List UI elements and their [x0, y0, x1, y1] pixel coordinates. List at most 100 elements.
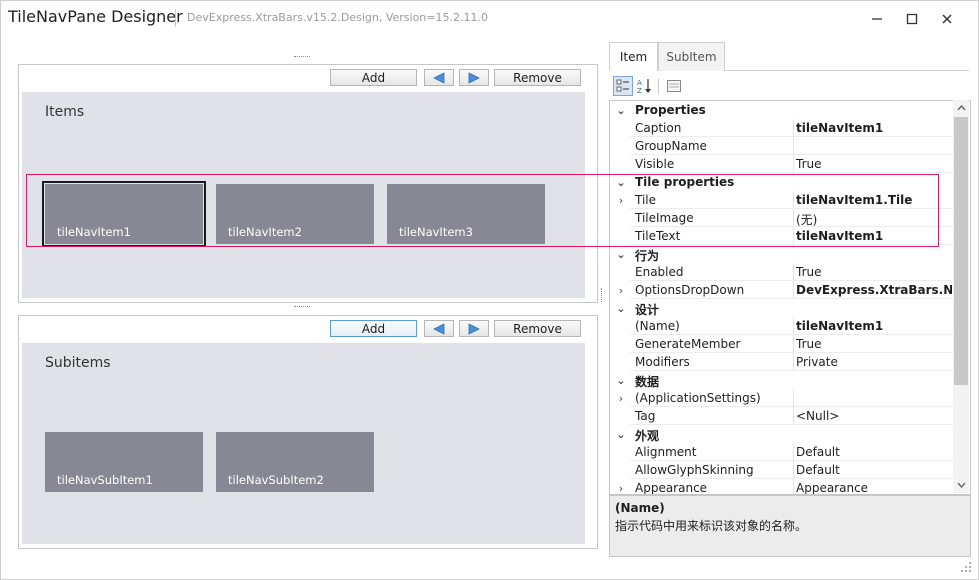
property-row[interactable]: AllowGlyphSkinning Default — [610, 461, 954, 479]
svg-text:A: A — [637, 79, 642, 87]
chevron-down-icon[interactable]: ⌄ — [612, 245, 630, 263]
chevron-down-icon[interactable]: ⌄ — [612, 299, 630, 317]
property-value[interactable]: Appearance — [796, 481, 952, 494]
items-move-right-button[interactable] — [459, 69, 489, 86]
property-value[interactable]: Default — [796, 445, 952, 459]
maximize-button[interactable] — [896, 6, 928, 32]
property-row[interactable]: Enabled True — [610, 263, 954, 281]
property-row[interactable]: › Appearance Appearance — [610, 479, 954, 495]
property-category[interactable]: ⌄ 数据 — [610, 371, 954, 390]
column-separator — [793, 335, 794, 353]
chevron-down-icon — [957, 482, 965, 488]
close-button[interactable] — [931, 6, 963, 32]
scroll-up-button[interactable] — [953, 100, 969, 116]
column-separator — [793, 263, 794, 281]
column-separator — [793, 461, 794, 479]
alphabetical-button[interactable]: A Z — [635, 76, 655, 96]
property-name: OptionsDropDown — [635, 283, 745, 297]
sort-az-icon: A Z — [637, 79, 651, 94]
items-move-left-button[interactable] — [424, 69, 454, 86]
chevron-down-icon[interactable]: ⌄ — [612, 101, 630, 119]
property-name: Visible — [635, 157, 675, 171]
property-name: Alignment — [635, 445, 697, 459]
column-separator — [793, 281, 794, 299]
chevron-right-icon — [612, 443, 630, 461]
property-grid-scrollbar[interactable] — [953, 100, 969, 493]
triangle-left-icon — [433, 71, 445, 84]
column-separator — [793, 407, 794, 425]
minimize-button[interactable] — [861, 6, 893, 32]
property-row[interactable]: (Name) tileNavItem1 — [610, 317, 954, 335]
chevron-right-icon[interactable]: › — [612, 479, 630, 495]
triangle-right-icon — [468, 322, 480, 335]
chevron-down-icon[interactable]: ⌄ — [612, 425, 630, 443]
property-category[interactable]: ⌄ 行为 — [610, 245, 954, 264]
items-remove-button[interactable]: Remove — [494, 69, 581, 86]
subitems-move-right-button[interactable] — [459, 320, 489, 337]
tab-item[interactable]: Item — [609, 42, 658, 71]
categorized-icon — [616, 79, 629, 92]
property-value[interactable]: True — [796, 157, 952, 171]
property-row[interactable]: Alignment Default — [610, 443, 954, 461]
chevron-right-icon — [612, 155, 630, 173]
property-category[interactable]: ⌄ 设计 — [610, 299, 954, 318]
chevron-right-icon[interactable]: › — [612, 281, 630, 299]
property-name: GroupName — [635, 139, 707, 153]
category-label: 外观 — [635, 429, 660, 443]
property-value[interactable]: tileNavItem1 — [796, 121, 952, 135]
property-name: Modifiers — [635, 355, 690, 369]
column-separator — [793, 353, 794, 371]
property-row[interactable]: Visible True — [610, 155, 954, 173]
category-label: 设计 — [635, 303, 660, 317]
splitter-grip[interactable] — [294, 306, 310, 309]
toolbar-separator — [658, 79, 659, 94]
svg-text:Z: Z — [637, 87, 642, 94]
property-category[interactable]: ⌄ 外观 — [610, 425, 954, 444]
property-value[interactable]: Default — [796, 463, 952, 477]
resize-grip-icon[interactable] — [960, 561, 972, 573]
property-value[interactable]: DevExpress.XtraBars.Navig — [796, 283, 952, 297]
chevron-down-icon[interactable]: ⌄ — [612, 371, 630, 389]
property-name: Appearance — [635, 481, 708, 495]
property-value[interactable]: True — [796, 337, 952, 351]
chevron-right-icon — [612, 353, 630, 371]
subitems-caption: Subitems — [45, 355, 111, 371]
property-name: Caption — [635, 121, 682, 135]
close-icon — [942, 14, 952, 24]
property-value[interactable]: Private — [796, 355, 952, 369]
items-add-button[interactable]: Add — [330, 69, 417, 86]
tab-subitem[interactable]: SubItem — [658, 42, 725, 71]
property-row[interactable]: GenerateMember True — [610, 335, 954, 353]
property-value[interactable]: tileNavItem1 — [796, 319, 952, 333]
triangle-right-icon — [468, 71, 480, 84]
scroll-down-button[interactable] — [953, 477, 969, 493]
subitems-add-button[interactable]: Add — [330, 320, 417, 337]
scroll-thumb[interactable] — [954, 117, 968, 385]
property-category[interactable]: ⌄ Properties — [610, 101, 954, 119]
vertical-splitter-grip[interactable] — [601, 288, 604, 302]
window-subtitle: DevExpress.XtraBars.v15.2.Design, Versio… — [187, 11, 488, 24]
chevron-right-icon[interactable]: › — [612, 389, 630, 407]
subitems-remove-button[interactable]: Remove — [494, 320, 581, 337]
property-row[interactable]: GroupName — [610, 137, 954, 155]
property-name: Enabled — [635, 265, 684, 279]
categorized-button[interactable] — [613, 76, 633, 96]
chevron-right-icon — [612, 317, 630, 335]
property-pages-button[interactable] — [664, 76, 684, 96]
splitter-grip[interactable] — [294, 56, 310, 59]
property-row[interactable]: Modifiers Private — [610, 353, 954, 371]
property-value[interactable]: <Null> — [796, 409, 952, 423]
property-row[interactable]: Caption tileNavItem1 — [610, 119, 954, 137]
property-row[interactable]: › (ApplicationSettings) — [610, 389, 954, 407]
property-value[interactable]: True — [796, 265, 952, 279]
property-name: (ApplicationSettings) — [635, 391, 761, 405]
tile-label: tileNavSubItem2 — [228, 473, 324, 487]
property-name: AllowGlyphSkinning — [635, 463, 754, 477]
tile-nav-subitem[interactable]: tileNavSubItem1 — [45, 432, 203, 492]
tile-nav-subitem[interactable]: tileNavSubItem2 — [216, 432, 374, 492]
property-row[interactable]: Tag <Null> — [610, 407, 954, 425]
property-row[interactable]: › OptionsDropDown DevExpress.XtraBars.Navi… — [610, 281, 954, 299]
minimize-icon — [872, 18, 882, 20]
highlight-annotation — [26, 174, 939, 247]
subitems-move-left-button[interactable] — [424, 320, 454, 337]
